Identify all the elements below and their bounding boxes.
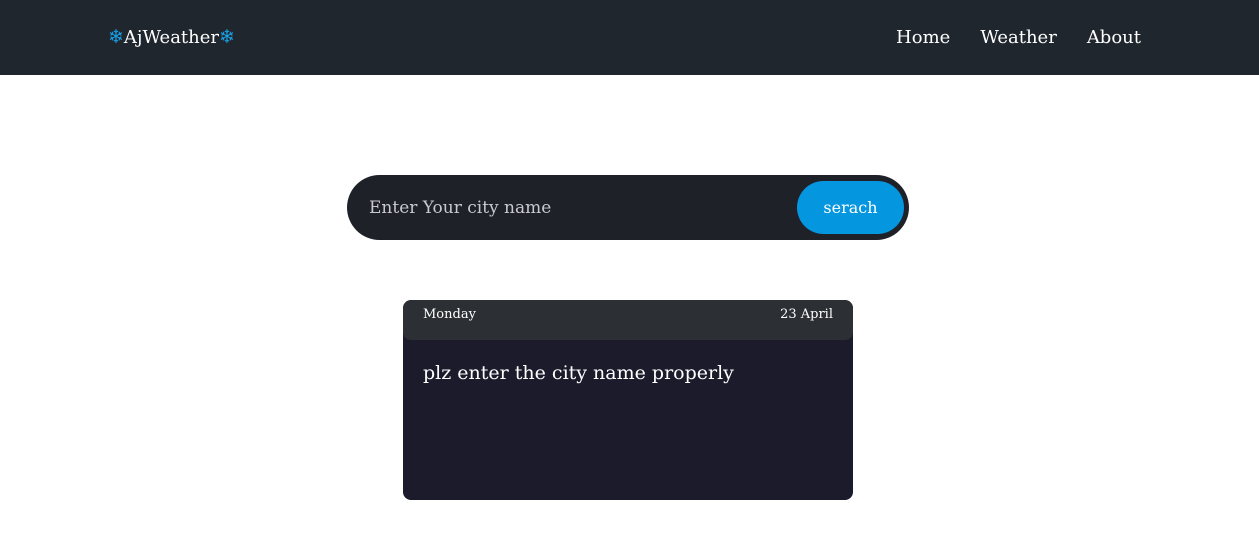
search-bar: serach: [347, 175, 909, 240]
card-header: Monday 23 April: [403, 300, 853, 340]
nav-link-about[interactable]: About: [1087, 27, 1141, 48]
brand-name: AjWeather: [123, 26, 220, 48]
snowflake-icon: ❄: [219, 25, 235, 48]
brand-logo[interactable]: ❄ AjWeather ❄: [108, 23, 235, 51]
snowflake-icon: ❄: [108, 25, 124, 48]
navbar: ❄ AjWeather ❄ Home Weather About: [0, 0, 1259, 75]
nav-link-weather[interactable]: Weather: [980, 27, 1057, 48]
status-message: plz enter the city name properly: [423, 362, 734, 384]
nav-links: Home Weather About: [896, 23, 1141, 51]
day-label: Monday: [423, 307, 476, 322]
date-label: 23 April: [780, 307, 833, 322]
city-search-input[interactable]: [367, 185, 787, 230]
search-button[interactable]: serach: [797, 181, 904, 234]
nav-link-home[interactable]: Home: [896, 27, 950, 48]
weather-card: Monday 23 April plz enter the city name …: [403, 300, 853, 500]
